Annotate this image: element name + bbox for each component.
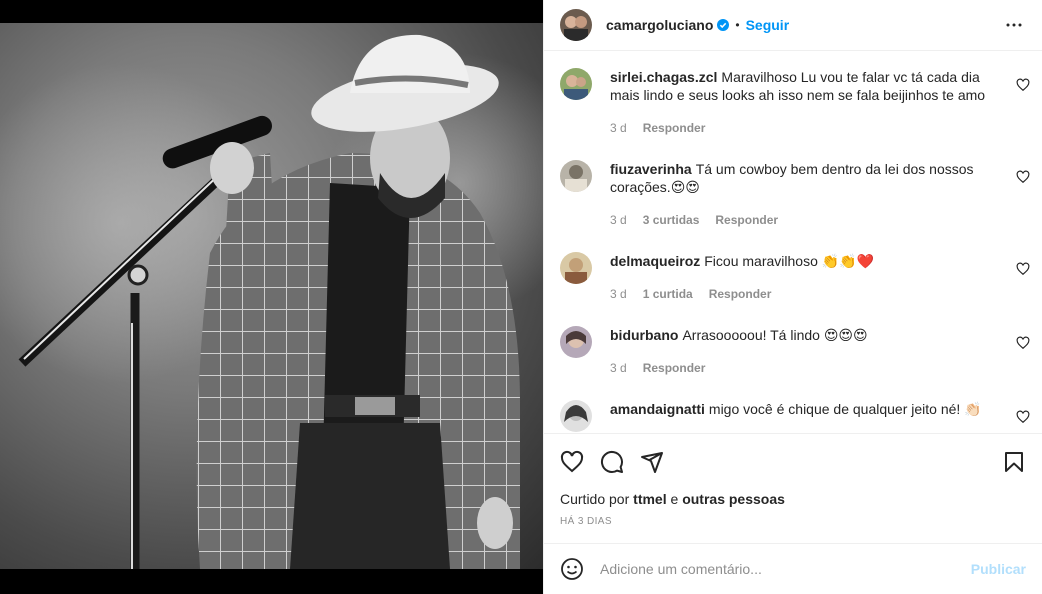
- comment-text: Ficou maravilhoso 👏👏❤️: [704, 253, 875, 269]
- comment-item: fiuzaverinha Tá um cowboy bem dentro da l…: [560, 160, 1030, 229]
- comment-time[interactable]: 3 d: [610, 211, 627, 229]
- comment-avatar[interactable]: [560, 68, 592, 100]
- comment-likes[interactable]: 3 curtidas: [643, 211, 700, 229]
- comment-username[interactable]: sirlei.chagas.zcl: [610, 69, 717, 85]
- reply-button[interactable]: Responder: [709, 285, 772, 303]
- comment-input[interactable]: [600, 561, 971, 577]
- more-icon: [1006, 23, 1022, 27]
- post-date[interactable]: HÁ 3 DIAS: [560, 516, 612, 527]
- post-actions: Curtido por ttmel e outras pessoas HÁ 3 …: [544, 433, 1042, 543]
- comment-item: bidurbano Arrasooooou! Tá lindo 😍😍😍 3 d Re…: [560, 326, 1030, 377]
- heart-icon[interactable]: [1016, 336, 1030, 350]
- verified-icon: [717, 19, 730, 31]
- post-media: [0, 0, 543, 594]
- likes-conj: e: [670, 491, 679, 507]
- post-side-panel: camargoluciano • Seguir sirlei.chagas.zc…: [543, 0, 1042, 594]
- comment-item: amandaignatti migo você é chique de qualq…: [560, 400, 1030, 432]
- comment-likes[interactable]: 1 curtida: [643, 285, 693, 303]
- follow-button[interactable]: Seguir: [746, 17, 790, 33]
- comment-avatar[interactable]: [560, 400, 592, 432]
- bookmark-icon[interactable]: [1002, 450, 1026, 474]
- more-options-button[interactable]: [1002, 13, 1026, 37]
- separator-dot: •: [735, 18, 740, 32]
- heart-icon[interactable]: [1016, 262, 1030, 276]
- comment-avatar[interactable]: [560, 326, 592, 358]
- share-icon[interactable]: [640, 450, 664, 474]
- publish-button[interactable]: Publicar: [971, 561, 1026, 577]
- author-avatar[interactable]: [560, 9, 592, 41]
- comment-icon[interactable]: [600, 450, 624, 474]
- post-header: camargoluciano • Seguir: [544, 0, 1042, 51]
- comment-text: migo você é chique de qualquer jeito né!…: [708, 401, 982, 417]
- comment-item: sirlei.chagas.zcl Maravilhoso Lu vou te f…: [560, 68, 1030, 137]
- comment-username[interactable]: bidurbano: [610, 327, 678, 343]
- comment-item: delmaqueiroz Ficou maravilhoso 👏👏❤️ 3 d 1 …: [560, 252, 1030, 303]
- heart-icon[interactable]: [1016, 410, 1030, 424]
- reply-button[interactable]: Responder: [715, 211, 778, 229]
- photo-illustration: [0, 34, 543, 569]
- likes-prefix: Curtido por: [560, 491, 630, 507]
- reply-button[interactable]: Responder: [643, 359, 706, 377]
- liked-by-others[interactable]: outras pessoas: [682, 491, 785, 507]
- comment-time[interactable]: 3 d: [610, 119, 627, 137]
- liked-by-user[interactable]: ttmel: [633, 491, 666, 507]
- heart-icon[interactable]: [1016, 78, 1030, 92]
- comment-avatar[interactable]: [560, 160, 592, 192]
- comment-time[interactable]: 3 d: [610, 359, 627, 377]
- comment-username[interactable]: fiuzaverinha: [610, 161, 692, 177]
- reply-button[interactable]: Responder: [643, 119, 706, 137]
- post-photo[interactable]: [0, 23, 543, 569]
- heart-icon[interactable]: [560, 450, 584, 474]
- comment-time[interactable]: 3 d: [610, 285, 627, 303]
- comment-text: Arrasooooou! Tá lindo 😍😍😍: [682, 327, 868, 343]
- action-icons: [560, 450, 1026, 474]
- comments-list[interactable]: sirlei.chagas.zcl Maravilhoso Lu vou te f…: [544, 52, 1042, 433]
- add-comment-bar: Publicar: [544, 543, 1042, 594]
- comment-username[interactable]: amandaignatti: [610, 401, 705, 417]
- emoji-icon[interactable]: [560, 557, 584, 581]
- author-username[interactable]: camargoluciano: [606, 17, 713, 33]
- comment-avatar[interactable]: [560, 252, 592, 284]
- likes-summary: Curtido por ttmel e outras pessoas: [560, 491, 785, 507]
- heart-icon[interactable]: [1016, 170, 1030, 184]
- comment-username[interactable]: delmaqueiroz: [610, 253, 700, 269]
